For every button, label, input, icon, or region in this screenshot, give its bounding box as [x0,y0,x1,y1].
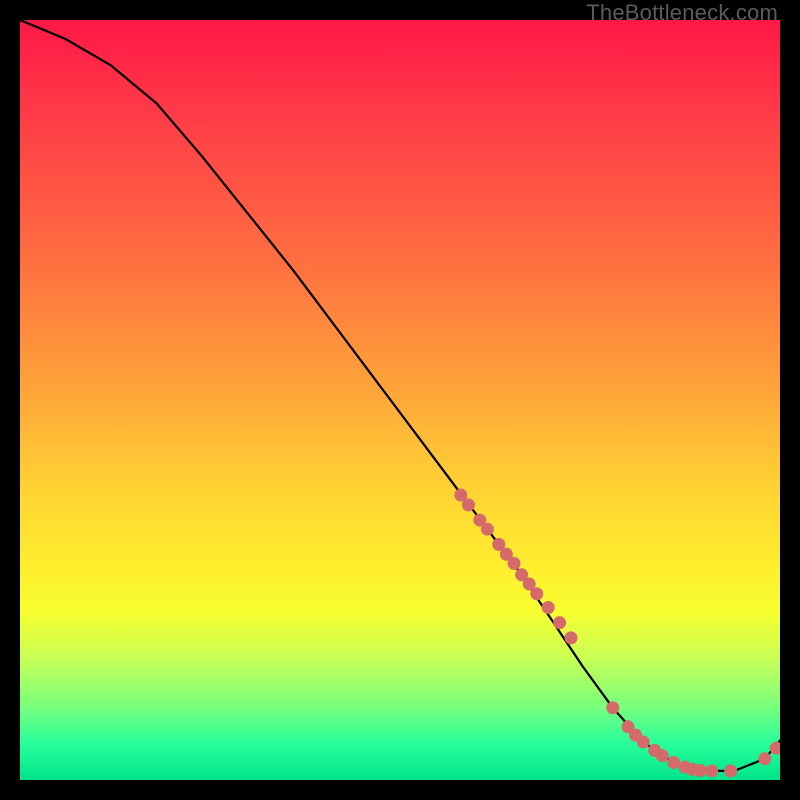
data-point [656,749,669,762]
data-point [462,498,475,511]
data-point [694,764,707,777]
data-point [758,752,771,765]
data-point [542,601,555,614]
data-point [667,756,680,769]
curve-line [20,20,780,771]
chart-svg [20,20,780,780]
data-point [508,557,521,570]
data-point [724,764,737,777]
data-point [530,587,543,600]
data-point [606,701,619,714]
data-point [481,523,494,536]
data-point [565,631,578,644]
data-point [705,764,718,777]
chart-frame: TheBottleneck.com [0,0,800,800]
data-point [637,736,650,749]
data-points-group [454,489,780,778]
data-point [553,616,566,629]
